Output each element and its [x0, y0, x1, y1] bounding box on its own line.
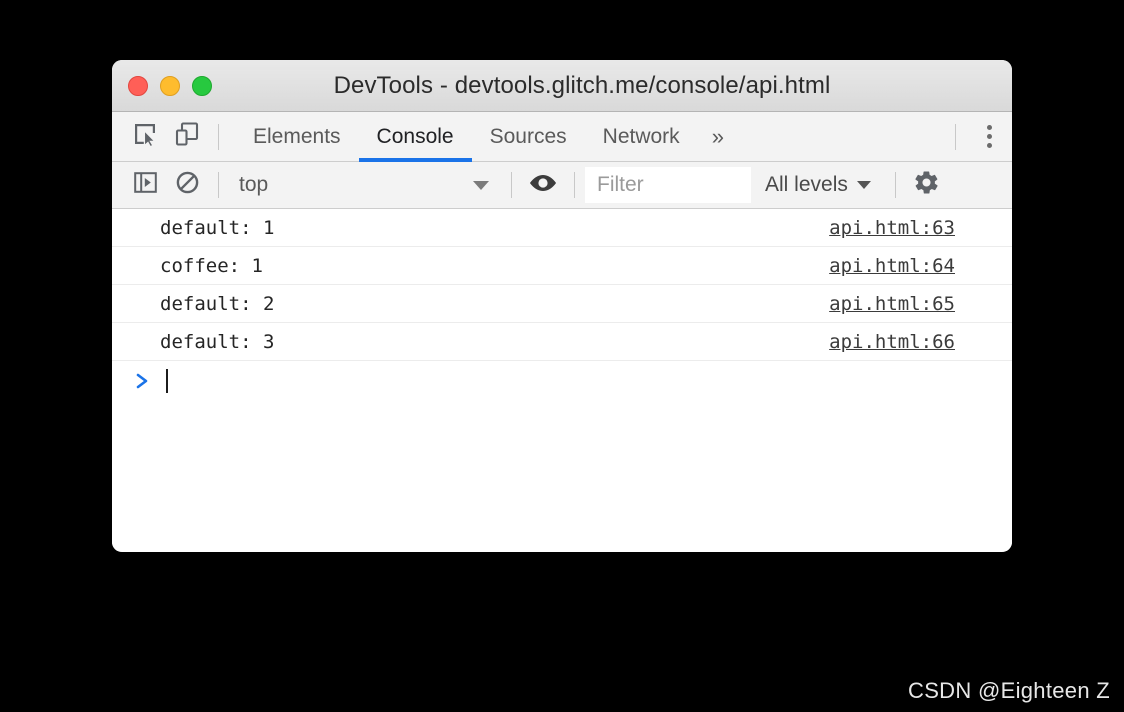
console-toolbar-divider-3 — [574, 172, 575, 198]
console-message-source-link[interactable]: api.html:65 — [829, 293, 955, 315]
console-message-source-link[interactable]: api.html:63 — [829, 217, 955, 239]
log-level-selector[interactable]: All levels — [751, 165, 885, 205]
tab-elements[interactable]: Elements — [235, 112, 359, 162]
eye-icon — [528, 171, 558, 200]
tabbar-divider-right — [955, 123, 956, 150]
execution-context-value: top — [239, 173, 269, 196]
more-tabs-button[interactable]: » — [698, 112, 738, 162]
console-message-row[interactable]: default: 3 api.html:66 — [112, 323, 1012, 361]
console-toolbar-divider-4 — [894, 172, 896, 198]
tabbar-divider-left — [218, 123, 219, 150]
console-message-text: default: 2 — [160, 292, 275, 315]
tab-sources[interactable]: Sources — [472, 112, 585, 162]
console-message-source-link[interactable]: api.html:64 — [829, 255, 955, 277]
clear-console-icon — [175, 170, 200, 200]
console-sidebar-toggle-button[interactable] — [124, 165, 166, 205]
window-titlebar: DevTools - devtools.glitch.me/console/ap… — [112, 60, 1012, 112]
device-toolbar-icon — [174, 121, 200, 152]
chevron-down-icon — [473, 180, 489, 190]
console-message-text: coffee: 1 — [160, 254, 263, 277]
console-prompt-caret — [166, 369, 168, 393]
screenshot-root: DevTools - devtools.glitch.me/console/ap… — [0, 0, 1124, 712]
console-sidebar-toggle-icon — [133, 170, 158, 200]
console-toolbar-divider-1 — [218, 172, 219, 198]
watermark: CSDN @Eighteen Z — [908, 678, 1110, 703]
console-message-text: default: 1 — [160, 216, 275, 239]
console-toolbar: top Filter All levels — [112, 162, 1012, 209]
console-message-row[interactable]: default: 2 api.html:65 — [112, 285, 1012, 323]
inspect-element-icon — [132, 121, 158, 152]
console-message-text: default: 3 — [160, 330, 275, 353]
prompt-chevron-icon — [134, 372, 152, 390]
log-level-value: All levels — [765, 173, 848, 196]
devtools-tab-list: Elements Console Sources Network » — [235, 112, 738, 162]
inspect-element-button[interactable] — [124, 116, 166, 158]
devtools-tabbar: Elements Console Sources Network » — [112, 112, 1012, 162]
device-toolbar-button[interactable] — [166, 116, 208, 158]
devtools-main-menu-button[interactable] — [966, 116, 1012, 158]
console-toolbar-divider-2 — [511, 172, 512, 198]
console-message-row[interactable]: default: 1 api.html:63 — [112, 209, 1012, 247]
execution-context-selector[interactable]: top — [229, 165, 501, 205]
live-expression-button[interactable] — [522, 165, 564, 205]
devtools-window: DevTools - devtools.glitch.me/console/ap… — [112, 60, 1012, 552]
console-message-list[interactable]: default: 1 api.html:63 coffee: 1 api.htm… — [112, 209, 1012, 551]
console-prompt[interactable] — [112, 361, 1012, 401]
window-title: DevTools - devtools.glitch.me/console/ap… — [333, 72, 831, 99]
tab-network[interactable]: Network — [585, 112, 698, 162]
console-filter-input[interactable]: Filter — [585, 167, 751, 203]
gear-icon — [913, 169, 940, 201]
console-settings-button[interactable] — [906, 165, 948, 205]
tab-console[interactable]: Console — [358, 112, 472, 162]
console-message-source-link[interactable]: api.html:66 — [829, 331, 955, 353]
clear-console-button[interactable] — [166, 165, 208, 205]
kebab-menu-icon — [986, 125, 992, 130]
console-filter-placeholder: Filter — [597, 173, 644, 196]
tabbar-right-group — [945, 112, 1012, 162]
console-message-row[interactable]: coffee: 1 api.html:64 — [112, 247, 1012, 285]
chevron-down-icon — [856, 181, 871, 189]
